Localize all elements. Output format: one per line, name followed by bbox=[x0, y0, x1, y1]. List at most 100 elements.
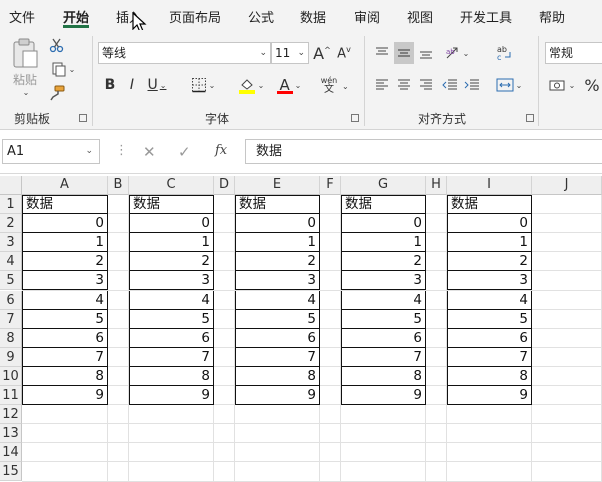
cell-c4[interactable]: 2 bbox=[129, 252, 214, 272]
cell-a11[interactable]: 9 bbox=[22, 386, 108, 406]
menu-help[interactable]: 帮助 bbox=[539, 7, 565, 26]
column-header-c[interactable]: C bbox=[129, 176, 214, 195]
column-header-i[interactable]: I bbox=[447, 176, 532, 195]
cell-c11[interactable]: 9 bbox=[129, 386, 214, 406]
cell-e2[interactable]: 0 bbox=[235, 214, 320, 234]
column-header-j[interactable]: J bbox=[532, 176, 602, 195]
align-left-button[interactable] bbox=[372, 74, 392, 96]
format-painter-button[interactable] bbox=[48, 84, 66, 102]
row-header-11[interactable]: 11 bbox=[0, 386, 22, 406]
cell-i2[interactable]: 0 bbox=[447, 214, 532, 234]
cut-button[interactable] bbox=[48, 36, 66, 54]
dialog-launcher-icon[interactable] bbox=[351, 114, 359, 122]
cell-c2[interactable]: 0 bbox=[129, 214, 214, 234]
cell-a10[interactable]: 8 bbox=[22, 366, 108, 386]
decrease-indent-button[interactable] bbox=[440, 74, 460, 96]
row-header-14[interactable]: 14 bbox=[0, 443, 22, 463]
cell-g10[interactable]: 8 bbox=[341, 366, 426, 386]
row-header-10[interactable]: 10 bbox=[0, 366, 22, 386]
cell-a8[interactable]: 6 bbox=[22, 328, 108, 348]
dialog-launcher-icon[interactable] bbox=[79, 114, 87, 122]
cell-i10[interactable]: 8 bbox=[447, 366, 532, 386]
cell-i7[interactable]: 5 bbox=[447, 309, 532, 329]
cell-i4[interactable]: 2 bbox=[447, 252, 532, 272]
row-header-9[interactable]: 9 bbox=[0, 347, 22, 367]
cell-i1[interactable]: 数据 bbox=[447, 195, 532, 215]
row-header-6[interactable]: 6 bbox=[0, 290, 22, 310]
cell-c9[interactable]: 7 bbox=[129, 347, 214, 367]
cell-i3[interactable]: 1 bbox=[447, 233, 532, 253]
menu-developer[interactable]: 开发工具 bbox=[460, 7, 512, 26]
cell-c1[interactable]: 数据 bbox=[129, 195, 214, 215]
merge-center-button[interactable]: ⌄ bbox=[492, 74, 526, 96]
cell-g8[interactable]: 6 bbox=[341, 328, 426, 348]
row-header-13[interactable]: 13 bbox=[0, 424, 22, 444]
chevron-down-icon[interactable]: ⌄ bbox=[342, 82, 349, 91]
column-header-f[interactable]: F bbox=[320, 176, 341, 195]
formula-input[interactable]: 数据 bbox=[245, 139, 602, 164]
increase-indent-button[interactable] bbox=[462, 74, 482, 96]
cell-g7[interactable]: 5 bbox=[341, 309, 426, 329]
menu-view[interactable]: 视图 bbox=[407, 7, 433, 26]
font-size-select[interactable]: 11 ⌄ bbox=[271, 42, 309, 64]
cell-a5[interactable]: 3 bbox=[22, 271, 108, 291]
cell-c8[interactable]: 6 bbox=[129, 328, 214, 348]
italic-button[interactable]: I bbox=[122, 74, 142, 96]
column-header-h[interactable]: H bbox=[426, 176, 447, 195]
bold-button[interactable]: B bbox=[100, 74, 120, 96]
cell-c3[interactable]: 1 bbox=[129, 233, 214, 253]
paste-button[interactable]: 粘贴 ⌄ bbox=[8, 36, 42, 98]
font-color-button[interactable]: A ⌄ bbox=[272, 74, 306, 96]
cell-c10[interactable]: 8 bbox=[129, 366, 214, 386]
underline-button[interactable]: U ⌄ bbox=[144, 74, 170, 96]
cell-i6[interactable]: 4 bbox=[447, 290, 532, 310]
column-header-e[interactable]: E bbox=[235, 176, 320, 195]
cell-g4[interactable]: 2 bbox=[341, 252, 426, 272]
cell-g2[interactable]: 0 bbox=[341, 214, 426, 234]
font-name-select[interactable]: 等线 ⌄ bbox=[98, 42, 271, 64]
cell-g3[interactable]: 1 bbox=[341, 233, 426, 253]
cell-e6[interactable]: 4 bbox=[235, 290, 320, 310]
menu-file[interactable]: 文件 bbox=[9, 7, 35, 26]
orientation-button[interactable]: ab ⌄ bbox=[442, 42, 472, 64]
row-header-5[interactable]: 5 bbox=[0, 271, 22, 291]
menu-page-layout[interactable]: 页面布局 bbox=[169, 7, 221, 26]
cell-a1[interactable]: 数据 bbox=[22, 195, 108, 215]
cell-i9[interactable]: 7 bbox=[447, 347, 532, 367]
align-right-button[interactable] bbox=[416, 74, 436, 96]
cell-a6[interactable]: 4 bbox=[22, 290, 108, 310]
cancel-icon[interactable]: ✕ bbox=[143, 143, 156, 161]
row-header-4[interactable]: 4 bbox=[0, 252, 22, 272]
cell-g9[interactable]: 7 bbox=[341, 347, 426, 367]
row-header-1[interactable]: 1 bbox=[0, 195, 22, 215]
menu-formulas[interactable]: 公式 bbox=[248, 7, 274, 26]
cell-g1[interactable]: 数据 bbox=[341, 195, 426, 215]
cell-g5[interactable]: 3 bbox=[341, 271, 426, 291]
cell-c7[interactable]: 5 bbox=[129, 309, 214, 329]
cell-e4[interactable]: 2 bbox=[235, 252, 320, 272]
align-center-button[interactable] bbox=[394, 74, 414, 96]
name-box[interactable]: A1 ⌄ bbox=[2, 139, 100, 164]
accounting-format-button[interactable]: ⌄ bbox=[546, 74, 578, 96]
cell-e1[interactable]: 数据 bbox=[235, 195, 320, 215]
wrap-text-button[interactable]: ab c bbox=[494, 42, 516, 64]
row-header-8[interactable]: 8 bbox=[0, 328, 22, 348]
borders-button[interactable]: ⌄ bbox=[186, 74, 220, 96]
cell-e11[interactable]: 9 bbox=[235, 386, 320, 406]
row-header-2[interactable]: 2 bbox=[0, 214, 22, 234]
decrease-font-button[interactable]: Av bbox=[334, 42, 354, 64]
align-top-button[interactable] bbox=[372, 42, 392, 64]
row-header-15[interactable]: 15 bbox=[0, 462, 22, 482]
menu-home[interactable]: 开始 bbox=[63, 7, 89, 26]
cell-e10[interactable]: 8 bbox=[235, 366, 320, 386]
align-middle-button[interactable] bbox=[394, 42, 414, 64]
cell-a2[interactable]: 0 bbox=[22, 214, 108, 234]
cell-e7[interactable]: 5 bbox=[235, 309, 320, 329]
cell-e3[interactable]: 1 bbox=[235, 233, 320, 253]
cell-c6[interactable]: 4 bbox=[129, 290, 214, 310]
column-header-d[interactable]: D bbox=[214, 176, 235, 195]
number-format-select[interactable]: 常规 bbox=[545, 42, 602, 64]
cell-i5[interactable]: 3 bbox=[447, 271, 532, 291]
select-all-corner[interactable] bbox=[0, 176, 22, 195]
dialog-launcher-icon[interactable] bbox=[526, 114, 534, 122]
